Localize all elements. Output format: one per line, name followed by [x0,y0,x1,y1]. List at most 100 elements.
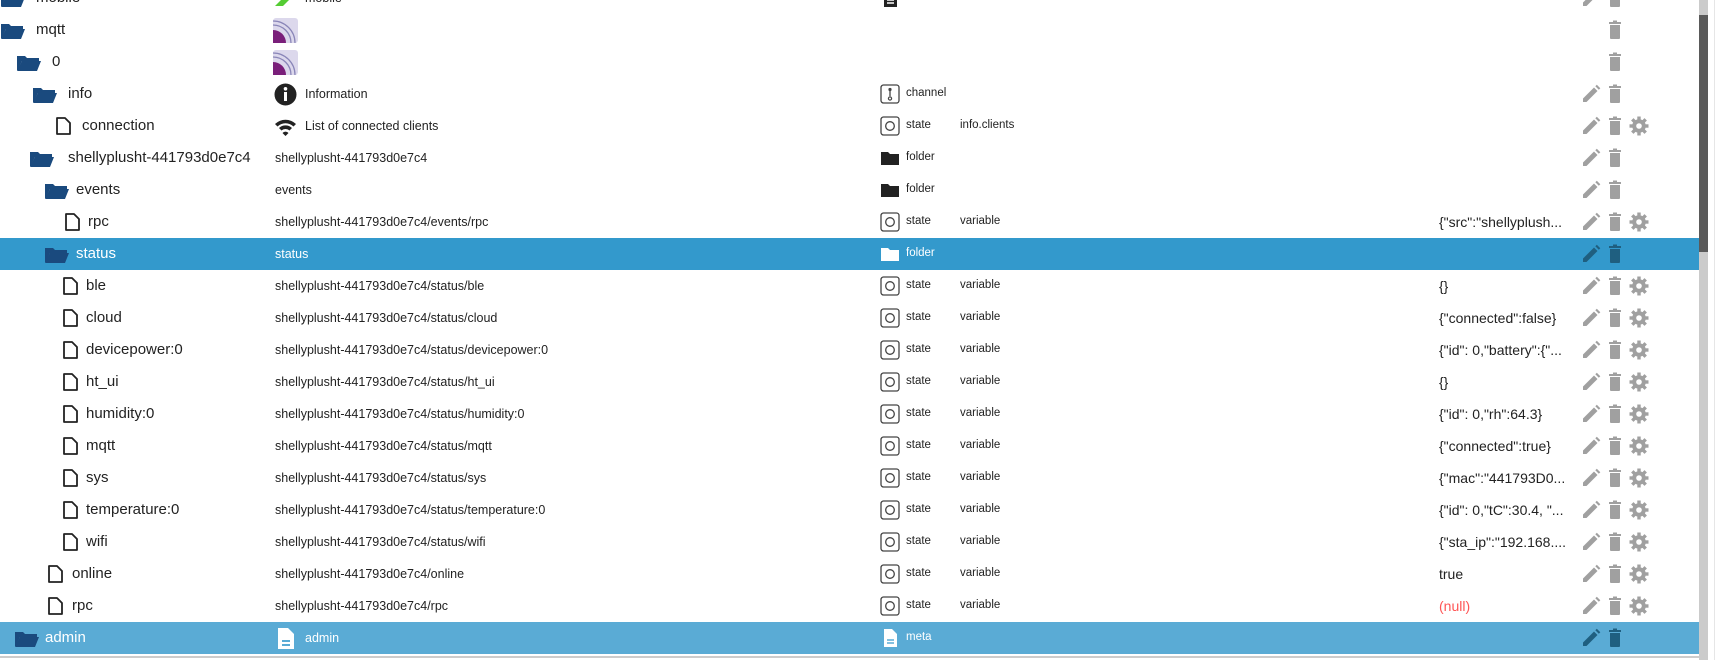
file-icon[interactable] [61,405,87,423]
file-icon[interactable] [46,565,72,583]
object-value[interactable]: (null) [1439,598,1470,614]
folder-icon[interactable] [0,21,26,39]
folder-icon[interactable] [0,0,26,7]
edit-button[interactable] [1581,0,1601,8]
table-row[interactable]: mobile mobile meta [0,0,1699,14]
delete-button[interactable] [1605,340,1625,360]
object-name[interactable]: admin [45,629,86,646]
object-value[interactable]: {"id": 0,"battery":{"... [1439,342,1562,358]
edit-button[interactable] [1581,180,1601,200]
object-value[interactable]: {"mac":"441793D0... [1439,470,1565,486]
delete-button[interactable] [1605,116,1625,136]
edit-button[interactable] [1581,308,1601,328]
delete-button[interactable] [1605,52,1625,72]
object-name[interactable]: online [72,565,112,582]
object-value[interactable]: {"connected":true} [1439,438,1551,454]
edit-button[interactable] [1581,148,1601,168]
object-name[interactable]: devicepower:0 [86,341,183,358]
edit-button[interactable] [1581,596,1601,616]
edit-button[interactable] [1581,372,1601,392]
table-row[interactable]: wifi shellyplusht-441793d0e7c4/status/wif… [0,526,1699,558]
settings-button[interactable] [1629,468,1649,488]
edit-button[interactable] [1581,628,1601,648]
settings-button[interactable] [1629,500,1649,520]
file-icon[interactable] [61,501,87,519]
object-name[interactable]: mqtt [36,21,65,38]
folder-icon[interactable] [32,85,58,103]
delete-button[interactable] [1605,308,1625,328]
delete-button[interactable] [1605,84,1625,104]
delete-button[interactable] [1605,468,1625,488]
table-row[interactable]: events events folder [0,174,1699,206]
object-name[interactable]: cloud [86,309,122,326]
edit-button[interactable] [1581,244,1601,264]
folder-icon[interactable] [14,629,40,647]
object-value[interactable]: {"connected":false} [1439,310,1556,326]
table-row[interactable]: online shellyplusht-441793d0e7c4/online st… [0,558,1699,590]
table-row[interactable]: status status folder [0,238,1699,270]
table-row[interactable]: ht_ui shellyplusht-441793d0e7c4/status/ht… [0,366,1699,398]
settings-button[interactable] [1629,116,1649,136]
file-icon[interactable] [61,277,87,295]
delete-button[interactable] [1605,628,1625,648]
object-name[interactable]: rpc [72,597,93,614]
edit-button[interactable] [1581,564,1601,584]
delete-button[interactable] [1605,596,1625,616]
folder-icon[interactable] [44,181,70,199]
object-name[interactable]: temperature:0 [86,501,179,518]
file-icon[interactable] [63,213,89,231]
edit-button[interactable] [1581,500,1601,520]
table-row[interactable]: ble shellyplusht-441793d0e7c4/status/ble s… [0,270,1699,302]
object-value[interactable]: {} [1439,374,1448,390]
object-name[interactable]: ble [86,277,106,294]
file-icon[interactable] [61,373,87,391]
object-value[interactable]: {"id": 0,"tC":30.4, "... [1439,502,1563,518]
settings-button[interactable] [1629,276,1649,296]
object-value[interactable]: {"sta_ip":"192.168.... [1439,534,1566,550]
delete-button[interactable] [1605,180,1625,200]
delete-button[interactable] [1605,0,1625,8]
edit-button[interactable] [1581,532,1601,552]
object-name[interactable]: ht_ui [86,373,119,390]
delete-button[interactable] [1605,500,1625,520]
table-row[interactable]: sys shellyplusht-441793d0e7c4/status/sys s… [0,462,1699,494]
settings-button[interactable] [1629,212,1649,232]
table-row[interactable]: info Information channel [0,78,1699,110]
table-row[interactable]: shellyplusht-441793d0e7c4 shellyplusht-44… [0,142,1699,174]
edit-button[interactable] [1581,276,1601,296]
folder-icon[interactable] [29,149,55,167]
table-row[interactable]: rpc shellyplusht-441793d0e7c4/rpc state var… [0,590,1699,622]
file-icon[interactable] [54,117,80,135]
settings-button[interactable] [1629,340,1649,360]
object-name[interactable]: sys [86,469,109,486]
edit-button[interactable] [1581,116,1601,136]
settings-button[interactable] [1629,596,1649,616]
object-value[interactable]: {"src":"shellyplush... [1439,214,1562,230]
object-name[interactable]: connection [82,117,155,134]
object-name[interactable]: shellyplusht-441793d0e7c4 [68,149,251,166]
object-value[interactable]: {} [1439,278,1448,294]
delete-button[interactable] [1605,404,1625,424]
file-icon[interactable] [61,341,87,359]
object-value[interactable]: true [1439,566,1463,582]
table-row[interactable]: mqtt shellyplusht-441793d0e7c4/status/mqt… [0,430,1699,462]
object-value[interactable]: {"id": 0,"rh":64.3} [1439,406,1542,422]
file-icon[interactable] [46,597,72,615]
edit-button[interactable] [1581,84,1601,104]
settings-button[interactable] [1629,372,1649,392]
object-name[interactable]: humidity:0 [86,405,154,422]
settings-button[interactable] [1629,532,1649,552]
delete-button[interactable] [1605,436,1625,456]
object-name[interactable]: 0 [52,53,60,70]
file-icon[interactable] [61,469,87,487]
settings-button[interactable] [1629,308,1649,328]
table-row[interactable]: admin admin meta [0,622,1699,654]
object-name[interactable]: status [76,245,116,262]
file-icon[interactable] [61,437,87,455]
edit-button[interactable] [1581,212,1601,232]
object-name[interactable]: info [68,85,92,102]
table-row[interactable]: rpc shellyplusht-441793d0e7c4/events/rpc s… [0,206,1699,238]
table-row[interactable]: cloud shellyplusht-441793d0e7c4/status/cl… [0,302,1699,334]
object-name[interactable]: mqtt [86,437,115,454]
delete-button[interactable] [1605,564,1625,584]
